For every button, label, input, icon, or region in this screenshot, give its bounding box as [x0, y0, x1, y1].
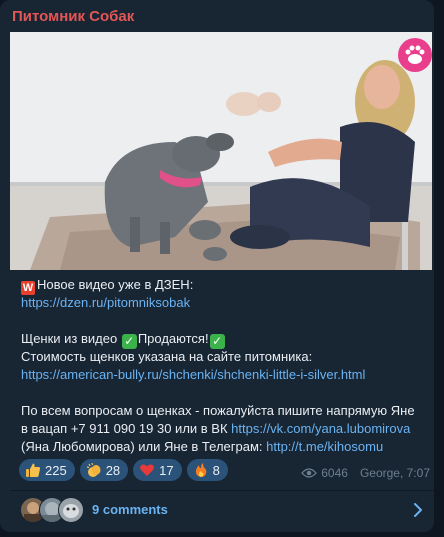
clapping-hands-icon	[86, 462, 101, 477]
text-gap	[21, 312, 426, 330]
photo-illustration	[10, 32, 432, 270]
post-photo[interactable]	[10, 32, 432, 270]
check-mark-icon: ✓	[121, 334, 137, 349]
text-line-6: По всем вопросам о щенках - пожалуйста п…	[21, 403, 415, 418]
post-text: W Новое видео уже в ДЗЕН: https://dzen.ru…	[21, 276, 426, 456]
check-mark-icon: ✓	[209, 334, 225, 349]
text-gap	[21, 384, 426, 402]
for-sale-label: Продаются!	[137, 331, 209, 346]
fire-icon	[195, 463, 207, 477]
text-line-1: W Новое видео уже в ДЗЕН:	[21, 276, 426, 295]
comments-button[interactable]: 9 comments	[0, 491, 434, 532]
reaction-count: 17	[159, 462, 174, 478]
reaction-thumbs-up[interactable]: 225	[19, 459, 75, 481]
comments-label: 9 comments	[92, 502, 168, 517]
views-eye-icon	[301, 468, 318, 478]
dzen-announcement: Новое видео уже в ДЗЕН:	[37, 277, 194, 292]
dzen-link[interactable]: https://dzen.ru/pitomniksobak	[21, 295, 190, 310]
avatar-image	[63, 504, 79, 518]
views-count: 6046	[321, 466, 348, 480]
channel-name[interactable]: Питомник Собак	[12, 8, 134, 25]
avatar	[58, 497, 84, 523]
reaction-clapping[interactable]: 28	[79, 459, 129, 481]
reactions-bar: 225 28 17 8	[19, 459, 228, 481]
post-meta: 6046 George, 7:07	[301, 466, 430, 480]
text-line-2: https://dzen.ru/pitomniksobak	[21, 294, 426, 312]
reaction-count: 225	[45, 462, 67, 478]
reaction-count: 28	[105, 462, 121, 478]
channel-post: Питомник Собак W Новое видео уже в ДЗЕН:…	[0, 0, 434, 532]
text-line-5: https://american-bully.ru/shchenki/shche…	[21, 366, 426, 384]
dzen-w-icon: W	[21, 281, 35, 295]
text-line-4: Стоимость щенков указана на сайте питомн…	[21, 349, 313, 364]
reaction-fire[interactable]: 8	[186, 459, 228, 481]
chevron-right-icon	[414, 503, 422, 517]
reaction-heart[interactable]: 17	[133, 459, 182, 481]
text-line-7: в вацап +7 911 090 19 30 или в ВК https:…	[21, 420, 426, 438]
site-link[interactable]: https://american-bully.ru/shchenki/shche…	[21, 367, 365, 382]
text-line-3: Щенки из видео ✓ Продаются! ✓	[21, 330, 426, 349]
author-time: George, 7:07	[359, 466, 430, 480]
puppies-label: Щенки из видео	[21, 331, 121, 346]
vk-link[interactable]: https://vk.com/yana.lubomirova	[231, 421, 410, 436]
whatsapp-contact: в вацап +7 911 090 19 30 или в ВК	[21, 421, 232, 436]
telegram-contact: (Яна Любомирова) или Яне в Телеграм:	[21, 439, 267, 454]
thumbs-up-icon	[26, 463, 41, 477]
reaction-count: 8	[212, 462, 220, 478]
text-line-8: (Яна Любомирова) или Яне в Телеграм: htt…	[21, 438, 426, 456]
heart-icon	[140, 464, 155, 476]
telegram-link[interactable]: http://t.me/kihosomu	[266, 439, 383, 454]
